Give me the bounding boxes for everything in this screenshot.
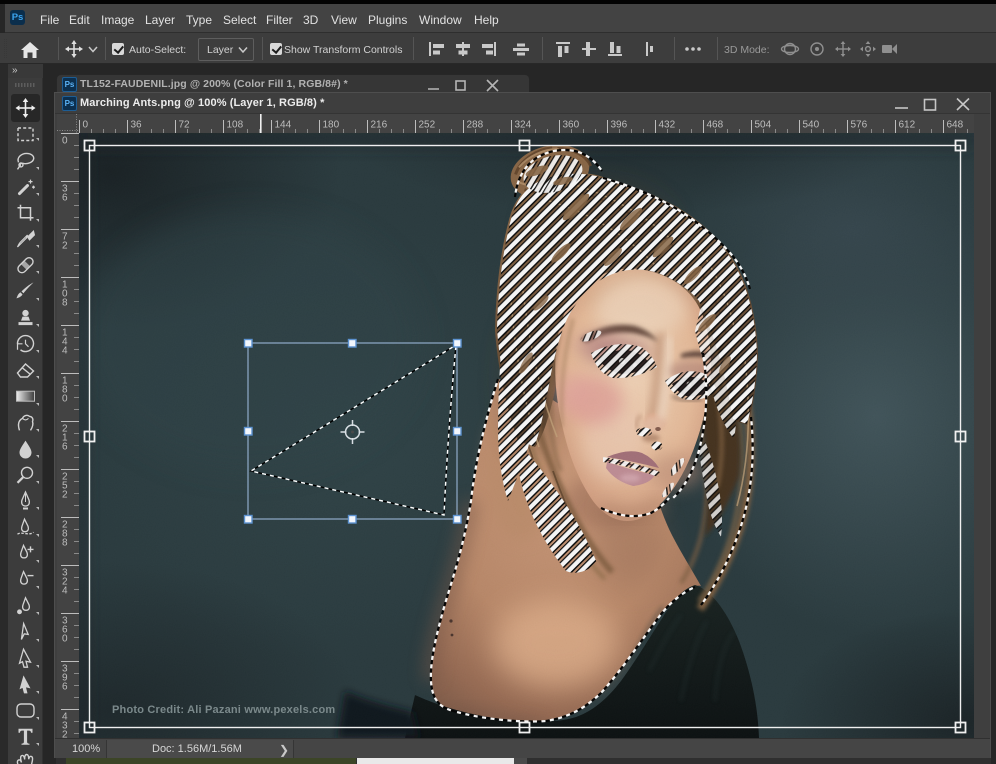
svg-text:6: 6 [62, 193, 68, 204]
svg-text:252: 252 [419, 120, 436, 131]
svg-text:36: 36 [131, 120, 143, 131]
svg-text:Photo Credit: Ali Pazani www.p: Photo Credit: Ali Pazani www.pexels.com [112, 704, 335, 716]
svg-text:72: 72 [179, 120, 191, 131]
svg-text:468: 468 [707, 120, 724, 131]
svg-text:432: 432 [659, 120, 676, 131]
svg-text:6: 6 [62, 442, 68, 453]
svg-text:540: 540 [803, 120, 820, 131]
svg-text:576: 576 [851, 120, 868, 131]
svg-text:612: 612 [899, 120, 916, 131]
svg-text:0: 0 [62, 136, 68, 147]
svg-text:0: 0 [62, 394, 68, 405]
svg-text:6: 6 [62, 682, 68, 693]
svg-text:216: 216 [371, 120, 388, 131]
svg-text:4: 4 [62, 586, 68, 597]
svg-text:2: 2 [62, 490, 68, 501]
svg-text:288: 288 [467, 120, 484, 131]
svg-text:0: 0 [62, 634, 68, 645]
svg-text:8: 8 [62, 538, 68, 549]
svg-text:180: 180 [323, 120, 340, 131]
svg-text:504: 504 [755, 120, 772, 131]
svg-text:0: 0 [83, 120, 89, 131]
svg-text:108: 108 [227, 120, 244, 131]
svg-text:324: 324 [515, 120, 532, 131]
svg-text:8: 8 [62, 298, 68, 309]
svg-text:144: 144 [275, 120, 292, 131]
svg-text:4: 4 [62, 346, 68, 357]
svg-text:360: 360 [563, 120, 580, 131]
svg-text:2: 2 [62, 241, 68, 252]
svg-text:648: 648 [947, 120, 964, 131]
svg-text:396: 396 [611, 120, 628, 131]
